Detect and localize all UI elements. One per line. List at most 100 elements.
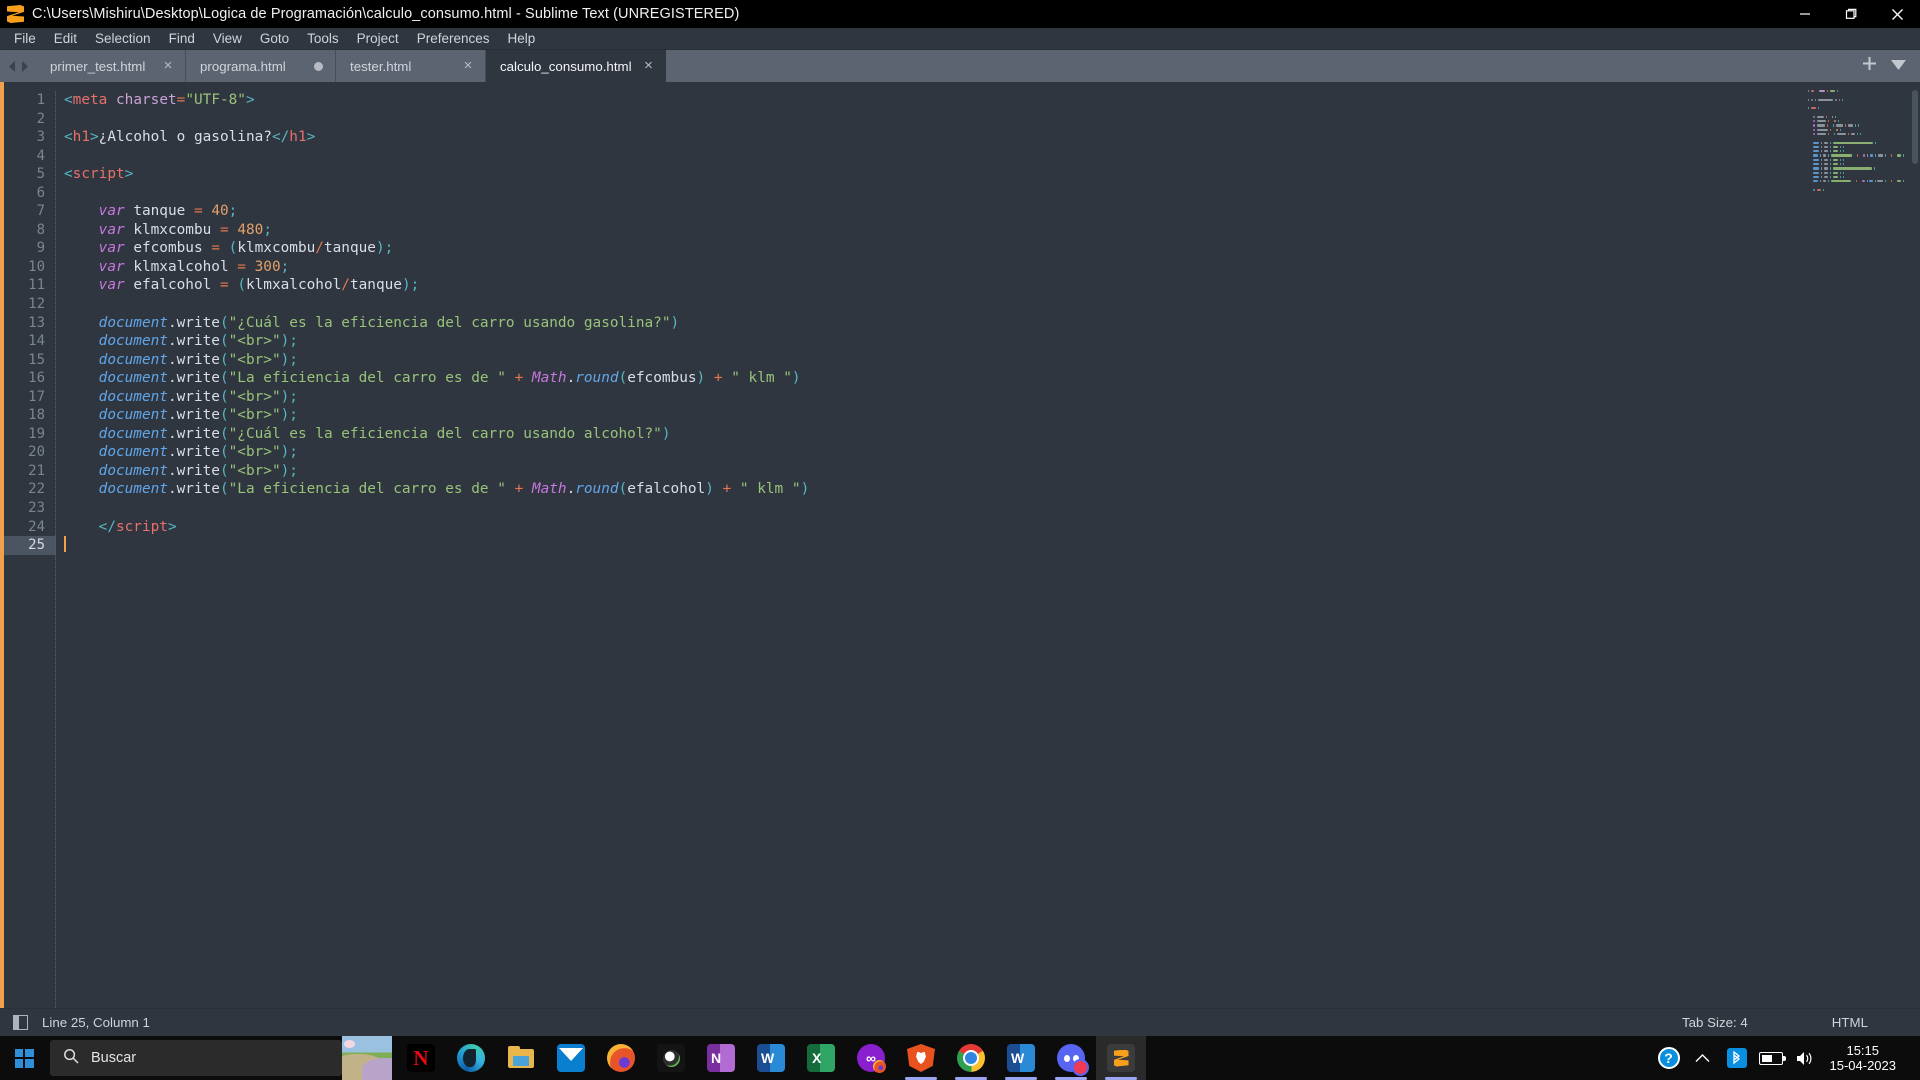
taskbar-app-firefox[interactable] [596,1036,646,1080]
code-token: ) [696,370,706,387]
taskbar-app-word[interactable]: W [746,1036,796,1080]
code-line[interactable]: var klmxalcohol = 300; [64,258,1920,277]
code-line[interactable]: document.write("La eficiencia del carro … [64,480,1920,499]
task-view-thumbnail[interactable] [342,1036,392,1080]
start-button[interactable] [0,1036,48,1080]
tab-menu-chevron-down-icon[interactable] [1891,57,1906,75]
taskbar-app-opera-gx[interactable]: ∞ [846,1036,896,1080]
code-line[interactable]: <meta charset="UTF-8"> [64,91,1920,110]
code-line[interactable]: document.write("<br>"); [64,332,1920,351]
tab-close-icon[interactable]: × [642,58,656,73]
code-line[interactable]: <h1>¿Alcohol o gasolina?</h1> [64,128,1920,147]
tab-size-indicator[interactable]: Tab Size: 4 [1682,1015,1774,1030]
code-line[interactable]: <script> [64,165,1920,184]
minimap-line [1808,141,1904,145]
code-line[interactable]: document.write("<br>"); [64,462,1920,481]
code-line[interactable]: document.write("<br>"); [64,351,1920,370]
menu-find[interactable]: Find [160,29,204,49]
menu-project[interactable]: Project [348,29,408,49]
taskbar-app-sublime-text[interactable] [1096,1036,1146,1080]
code-line[interactable]: document.write("¿Cuál es la eficiencia d… [64,314,1920,333]
taskbar-app-camera[interactable] [646,1036,696,1080]
menu-selection[interactable]: Selection [86,29,160,49]
tab-primer_test-html[interactable]: primer_test.html × [36,50,186,82]
tab-scroll-arrows[interactable] [0,50,36,82]
menu-help[interactable]: Help [499,29,545,49]
menu-preferences[interactable]: Preferences [408,29,499,49]
menu-tools[interactable]: Tools [298,29,348,49]
minimap-line [1808,115,1904,119]
line-number: 17 [28,388,45,405]
taskbar-app-file-explorer[interactable] [496,1036,546,1080]
menu-goto[interactable]: Goto [251,29,298,49]
code-editor[interactable]: 1 2 3 4 5 6 7 8 9 10 11 12 13 14 15 16 17 18 19 20 21 22 23 24 2… [0,82,1920,1008]
code-line[interactable]: </script> [64,518,1920,537]
code-line[interactable] [64,110,1920,129]
tab-close-icon[interactable]: × [461,58,475,73]
battery-icon[interactable] [1754,1036,1788,1080]
new-tab-button[interactable] [1862,56,1877,76]
menu-file[interactable]: File [5,29,45,49]
code-token: write [176,388,220,405]
code-token: < [64,166,73,183]
taskbar-app-microsoft-edge[interactable] [446,1036,496,1080]
minimize-button[interactable] [1782,0,1828,28]
minimap-line [1808,94,1904,97]
code-token: meta [72,92,108,108]
code-token: ) [375,240,385,257]
show-hidden-icons-chevron-up-icon[interactable] [1686,1036,1720,1080]
code-line[interactable] [64,536,1920,555]
edge-icon [457,1044,485,1072]
tab-tester-html[interactable]: tester.html × [336,50,486,82]
word-icon: W [1007,1044,1035,1072]
code-line[interactable]: document.write("¿Cuál es la eficiencia d… [64,425,1920,444]
bluetooth-icon[interactable] [1720,1036,1754,1080]
taskbar-app-word-doc[interactable]: W [996,1036,1046,1080]
menu-edit[interactable]: Edit [45,29,86,49]
code-line[interactable] [64,147,1920,166]
code-line[interactable]: var klmxcombu = 480; [64,221,1920,240]
code-content[interactable]: <meta charset="UTF-8"> <h1>¿Alcohol o ga… [56,82,1920,1008]
taskbar-app-netflix[interactable]: N [396,1036,446,1080]
tab-close-icon[interactable]: × [161,58,175,73]
taskbar-app-brave[interactable] [896,1036,946,1080]
show-desktop-button[interactable] [1910,1036,1916,1080]
taskbar-app-discord[interactable] [1046,1036,1096,1080]
taskbar-app-onenote[interactable]: N [696,1036,746,1080]
code-token: = [211,240,220,257]
taskbar-app-mail[interactable] [546,1036,596,1080]
code-line[interactable]: var efalcohol = (klmxalcohol/tanque); [64,276,1920,295]
taskbar-clock[interactable]: 15:15 15-04-2023 [1822,1043,1911,1073]
code-line[interactable]: document.write("<br>"); [64,406,1920,425]
close-button[interactable] [1874,0,1920,28]
tab-calculo_consumo-html[interactable]: calculo_consumo.html × [486,50,666,82]
volume-icon[interactable] [1788,1036,1822,1080]
code-line[interactable] [64,499,1920,518]
code-line[interactable]: var efcombus = (klmxcombu/tanque); [64,239,1920,258]
code-token: write [176,425,220,442]
code-line[interactable]: document.write("La eficiencia del carro … [64,369,1920,388]
sidebar-toggle-icon[interactable] [13,1015,28,1030]
code-token: ) [280,444,290,461]
code-token: "La eficiencia del carro es de " [228,370,506,387]
code-line[interactable]: var tanque = 40; [64,202,1920,221]
code-token: "¿Cuál es la eficiencia del carro usando… [228,314,671,331]
code-token: ( [219,462,229,479]
code-line[interactable] [64,184,1920,203]
vertical-scrollbar[interactable] [1912,90,1918,164]
code-line[interactable]: document.write("<br>"); [64,388,1920,407]
tab-programa-html[interactable]: programa.html [186,50,336,82]
taskbar-app-chrome[interactable] [946,1036,996,1080]
maximize-button[interactable] [1828,0,1874,28]
code-line[interactable] [64,295,1920,314]
help-icon[interactable]: ? [1652,1036,1686,1080]
taskbar-search-box[interactable]: Buscar [50,1040,342,1076]
language-indicator[interactable]: HTML [1832,1015,1894,1030]
minimap[interactable] [1808,90,1905,192]
code-line[interactable]: document.write("<br>"); [64,443,1920,462]
menu-view[interactable]: View [204,29,251,49]
code-token: ( [618,370,628,387]
line-number: 9 [36,240,45,257]
taskbar-app-excel[interactable]: X [796,1036,846,1080]
